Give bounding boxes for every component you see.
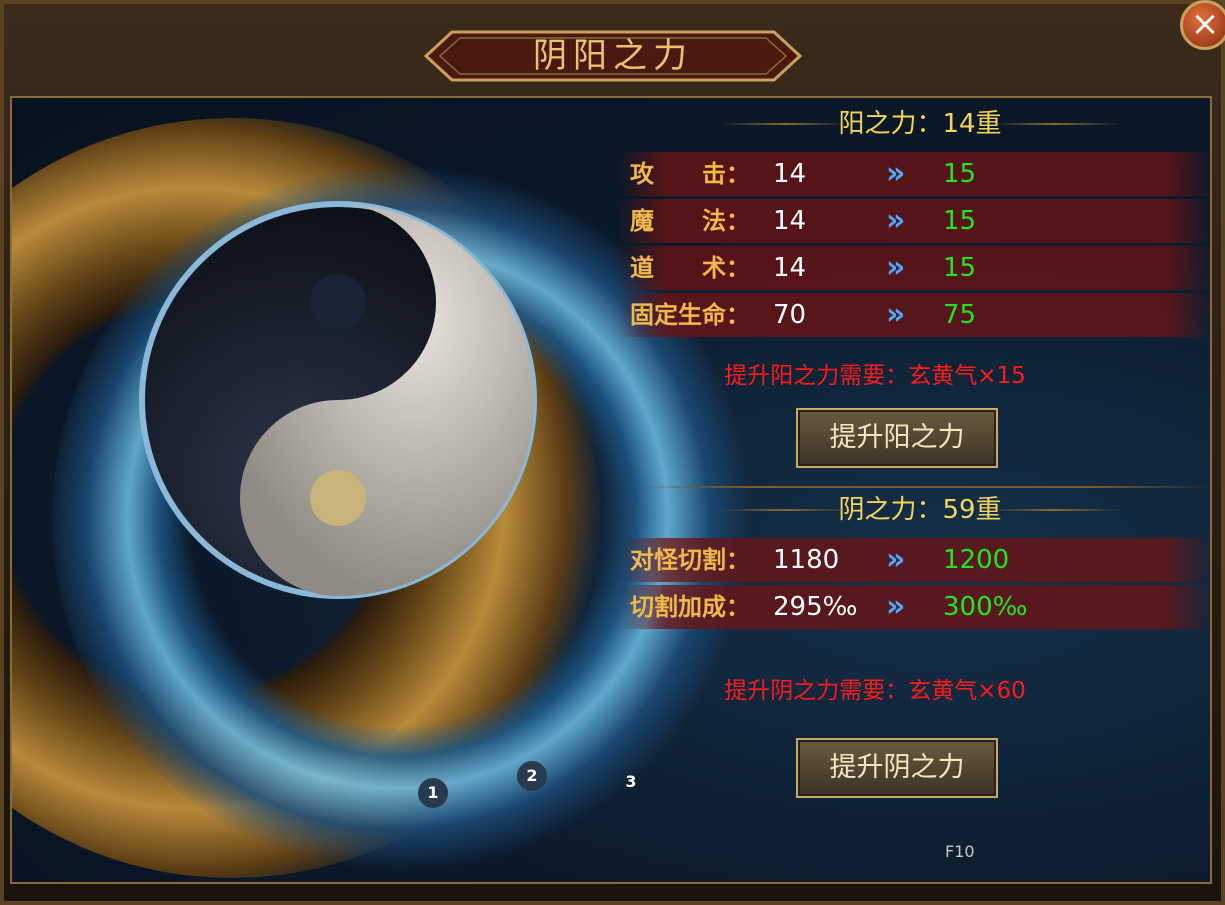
stat-label: 固定生命： <box>630 300 750 329</box>
header-ornament-right <box>990 123 1120 125</box>
section-divider <box>630 486 1210 488</box>
arrow-right-icon: » <box>886 203 906 238</box>
yang-header: 阳之力：14重 <box>640 104 1200 144</box>
stat-label: 道 术： <box>630 253 750 282</box>
close-button[interactable]: × <box>1180 0 1225 50</box>
stat-next-value: 300‰ <box>943 592 1028 622</box>
stat-row-fixed-hp: 固定生命： 70 » 75 <box>618 293 1214 337</box>
title-plate: 阴阳之力 <box>422 28 804 84</box>
yin-header: 阴之力：59重 <box>640 490 1200 530</box>
hotkey-label: F10 <box>945 842 975 861</box>
stat-next-value: 15 <box>943 253 977 283</box>
page-button-1[interactable]: 1 <box>418 778 448 808</box>
arrow-right-icon: » <box>886 589 906 624</box>
arrow-right-icon: » <box>886 542 906 577</box>
close-icon: × <box>1190 4 1220 44</box>
stat-label: 切割加成： <box>630 592 750 621</box>
upgrade-yang-button[interactable]: 提升阳之力 <box>796 408 998 468</box>
yin-yang-emblem <box>139 201 537 599</box>
stat-label: 魔 法： <box>630 206 750 235</box>
arrow-right-icon: » <box>886 250 906 285</box>
stat-label: 攻 击： <box>630 159 750 188</box>
yin-header-text: 阴之力：59重 <box>838 495 1002 525</box>
arrow-right-icon: » <box>886 156 906 191</box>
yang-requirement-text: 提升阳之力需要：玄黄气×15 <box>724 363 1026 389</box>
stat-row-monster-cut: 对怪切割： 1180 » 1200 <box>618 538 1214 582</box>
stat-current-value: 14 <box>773 159 807 189</box>
yang-header-text: 阳之力：14重 <box>838 109 1002 139</box>
page-button-3[interactable]: 3 <box>616 767 646 797</box>
page-button-2[interactable]: 2 <box>517 761 547 791</box>
stat-next-value: 75 <box>943 300 977 330</box>
window-title: 阴阳之力 <box>533 36 693 76</box>
yin-requirement-text: 提升阴之力需要：玄黄气×60 <box>724 678 1026 704</box>
header-ornament-right <box>990 509 1120 511</box>
stat-next-value: 1200 <box>943 545 1010 575</box>
stat-next-value: 15 <box>943 206 977 236</box>
header-ornament-left <box>720 509 850 511</box>
stat-current-value: 1180 <box>773 545 840 575</box>
arrow-right-icon: » <box>886 297 906 332</box>
header-ornament-left <box>720 123 850 125</box>
stat-current-value: 70 <box>773 300 807 330</box>
stat-row-magic: 魔 法： 14 » 15 <box>618 199 1214 243</box>
stat-row-attack: 攻 击： 14 » 15 <box>618 152 1214 196</box>
stat-row-taoism: 道 术： 14 » 15 <box>618 246 1214 290</box>
stat-row-cut-bonus: 切割加成： 295‰ » 300‰ <box>618 585 1214 629</box>
stat-current-value: 14 <box>773 206 807 236</box>
upgrade-yin-button[interactable]: 提升阴之力 <box>796 738 998 798</box>
stat-label: 对怪切割： <box>630 545 750 574</box>
stat-next-value: 15 <box>943 159 977 189</box>
stat-current-value: 14 <box>773 253 807 283</box>
stat-current-value: 295‰ <box>773 592 858 622</box>
